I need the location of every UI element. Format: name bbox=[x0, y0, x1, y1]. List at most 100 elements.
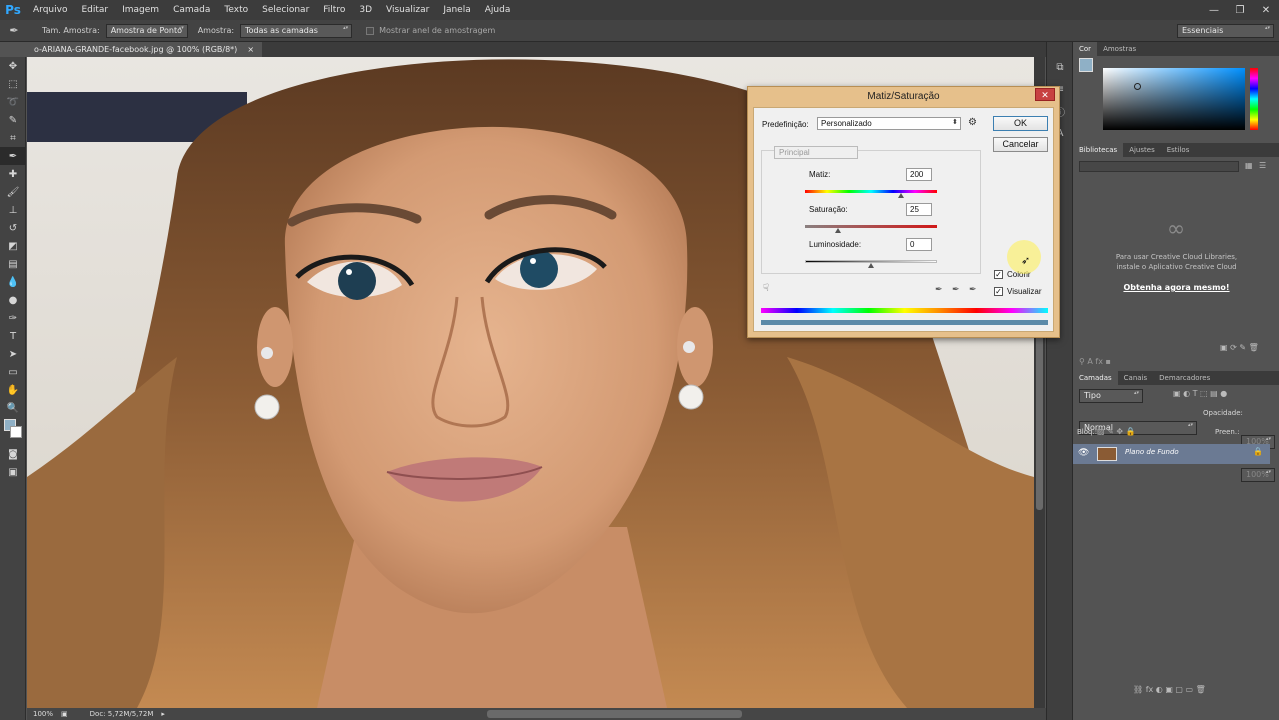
eyedropper-plus-icon[interactable]: ✒ bbox=[952, 284, 960, 295]
preset-dropdown-arrow-icon[interactable]: ⬍ bbox=[952, 118, 958, 126]
lightness-slider-thumb[interactable] bbox=[868, 263, 874, 268]
eyedropper-tool-icon[interactable]: ✒ bbox=[0, 147, 26, 165]
menu-selecionar[interactable]: Selecionar bbox=[255, 0, 316, 20]
shape-tool-icon[interactable]: ▭ bbox=[0, 363, 26, 381]
adjustment-group bbox=[761, 150, 981, 274]
zoom-level[interactable]: 100% bbox=[33, 708, 53, 720]
layer-row-background[interactable]: 👁 Plano de Fundo 🔒 bbox=[1073, 444, 1270, 464]
zoom-tool-icon[interactable]: 🔍 bbox=[0, 399, 26, 417]
crop-tool-icon[interactable]: ⌗ bbox=[0, 129, 26, 147]
history-brush-tool-icon[interactable]: ↺ bbox=[0, 219, 26, 237]
library-actions-icons[interactable]: ▣ ⟳ ✎ 🗑 bbox=[1220, 343, 1259, 352]
eyedropper-tool-preset-icon[interactable]: ✒ bbox=[0, 24, 28, 37]
menu-janela[interactable]: Janela bbox=[436, 0, 477, 20]
status-menu-arrow-icon[interactable]: ▸ bbox=[161, 708, 165, 720]
get-cc-link[interactable]: Obtenha agora mesmo! bbox=[1073, 283, 1279, 292]
document-tab[interactable]: o-ARIANA-GRANDE-facebook.jpg @ 100% (RGB… bbox=[26, 42, 263, 57]
saturation-slider-thumb[interactable] bbox=[835, 228, 841, 233]
sample-select[interactable]: Todas as camadas bbox=[240, 23, 353, 38]
lightness-input[interactable]: 0 bbox=[906, 238, 932, 251]
doc-size[interactable]: Doc: 5,72M/5,72M bbox=[90, 708, 154, 720]
fill-field[interactable]: 100% bbox=[1241, 468, 1275, 482]
color-field[interactable] bbox=[1103, 68, 1245, 130]
eyedropper-icon[interactable]: ✒ bbox=[935, 284, 943, 295]
sample-size-label: Tam. Amostra: bbox=[42, 26, 100, 35]
path-selection-tool-icon[interactable]: ➤ bbox=[0, 345, 26, 363]
show-ring-checkbox[interactable] bbox=[366, 26, 375, 35]
menu-texto[interactable]: Texto bbox=[217, 0, 255, 20]
saturation-slider-track[interactable] bbox=[805, 225, 937, 228]
clone-stamp-tool-icon[interactable]: ⊥ bbox=[0, 201, 26, 219]
maximize-button[interactable]: ❐ bbox=[1227, 0, 1253, 20]
tab-demarcadores[interactable]: Demarcadores bbox=[1153, 371, 1216, 385]
blur-tool-icon[interactable]: 💧 bbox=[0, 273, 26, 291]
sample-size-select[interactable]: Amostra de Ponto bbox=[105, 23, 188, 38]
marquee-tool-icon[interactable]: ⬚ bbox=[0, 75, 26, 93]
type-tool-icon[interactable]: T bbox=[0, 327, 26, 345]
lasso-tool-icon[interactable]: ➰ bbox=[0, 93, 26, 111]
menu-visualizar[interactable]: Visualizar bbox=[379, 0, 436, 20]
preset-options-gear-icon[interactable]: ⚙ bbox=[968, 117, 977, 128]
background-color-swatch[interactable] bbox=[10, 426, 22, 438]
menu-camada[interactable]: Camada bbox=[166, 0, 217, 20]
minimize-button[interactable]: — bbox=[1201, 0, 1227, 20]
history-panel-icon[interactable]: ⧉ bbox=[1047, 56, 1073, 78]
layer-visibility-eye-icon[interactable]: 👁 bbox=[1078, 448, 1089, 458]
ok-button[interactable]: OK bbox=[993, 116, 1048, 131]
preset-select[interactable]: Personalizado bbox=[817, 117, 961, 130]
grid-view-icon[interactable]: ▦ bbox=[1245, 161, 1253, 170]
dodge-tool-icon[interactable]: ● bbox=[0, 291, 26, 309]
menu-filtro[interactable]: Filtro bbox=[316, 0, 352, 20]
color-panel-foreground-swatch[interactable] bbox=[1079, 58, 1093, 72]
tab-canais[interactable]: Canais bbox=[1118, 371, 1154, 385]
library-select[interactable] bbox=[1079, 161, 1239, 172]
layer-filter-select[interactable]: Tipo bbox=[1079, 389, 1143, 403]
close-window-button[interactable]: ✕ bbox=[1253, 0, 1279, 20]
menu-imagem[interactable]: Imagem bbox=[115, 0, 166, 20]
tab-ajustes[interactable]: Ajustes bbox=[1123, 143, 1161, 157]
dialog-close-button[interactable]: ✕ bbox=[1035, 88, 1055, 101]
cancel-button[interactable]: Cancelar bbox=[993, 137, 1048, 152]
layer-filter-icons[interactable]: ▣ ◐ T ⬚ ▤ ● bbox=[1173, 389, 1227, 398]
colorize-checkbox[interactable]: ✓ bbox=[994, 270, 1003, 279]
show-ring-label: Mostrar anel de amostragem bbox=[379, 26, 496, 35]
workspace-select[interactable]: Essenciais bbox=[1177, 24, 1274, 38]
list-view-icon[interactable]: ☰ bbox=[1259, 161, 1266, 170]
hue-slider-thumb[interactable] bbox=[898, 193, 905, 198]
menu-editar[interactable]: Editar bbox=[74, 0, 115, 20]
hand-tool-icon[interactable]: ✋ bbox=[0, 381, 26, 399]
quick-mask-icon[interactable]: ◙ bbox=[0, 445, 26, 463]
lock-icons[interactable]: ▨ ✎ ✥ 🔒 bbox=[1097, 427, 1136, 436]
menu-arquivo[interactable]: Arquivo bbox=[26, 0, 74, 20]
canvas-horizontal-scroll-thumb[interactable] bbox=[487, 710, 742, 718]
move-tool-icon[interactable]: ✥ bbox=[0, 57, 26, 75]
layer-actions-icons[interactable]: ⛓ fx ◐ ▣ ▢ ▭ 🗑 bbox=[1133, 685, 1206, 694]
document-tab-close-icon[interactable]: × bbox=[247, 42, 254, 57]
hue-strip[interactable] bbox=[1250, 68, 1258, 130]
quick-selection-tool-icon[interactable]: ✎ bbox=[0, 111, 26, 129]
pen-tool-icon[interactable]: ✑ bbox=[0, 309, 26, 327]
channel-select[interactable]: Principal bbox=[774, 146, 858, 159]
preview-checkbox[interactable]: ✓ bbox=[994, 287, 1003, 296]
tab-cor[interactable]: Cor bbox=[1073, 42, 1098, 56]
menu-ajuda[interactable]: Ajuda bbox=[478, 0, 518, 20]
menu-3d[interactable]: 3D bbox=[352, 0, 379, 20]
brush-tool-icon[interactable]: 🖌 bbox=[0, 183, 26, 201]
layer-thumbnail bbox=[1097, 447, 1117, 461]
gradient-tool-icon[interactable]: ▤ bbox=[0, 255, 26, 273]
layer-name[interactable]: Plano de Fundo bbox=[1125, 448, 1179, 456]
healing-brush-tool-icon[interactable]: ✚ bbox=[0, 165, 26, 183]
eraser-tool-icon[interactable]: ◩ bbox=[0, 237, 26, 255]
eyedropper-minus-icon[interactable]: ✒ bbox=[969, 284, 977, 295]
hand-adjust-icon[interactable]: ☟ bbox=[763, 283, 769, 294]
hue-slider-track[interactable] bbox=[805, 190, 937, 193]
screen-mode-icon[interactable]: ▣ bbox=[0, 463, 26, 481]
tab-bibliotecas[interactable]: Bibliotecas bbox=[1073, 143, 1124, 157]
color-field-picker[interactable] bbox=[1134, 83, 1141, 90]
tab-camadas[interactable]: Camadas bbox=[1073, 371, 1118, 385]
tab-estilos[interactable]: Estilos bbox=[1161, 143, 1196, 157]
status-share-icon[interactable]: ▣ bbox=[61, 708, 68, 720]
tab-amostras[interactable]: Amostras bbox=[1097, 42, 1142, 56]
hue-input[interactable]: 200 bbox=[906, 168, 932, 181]
saturation-input[interactable]: 25 bbox=[906, 203, 932, 216]
